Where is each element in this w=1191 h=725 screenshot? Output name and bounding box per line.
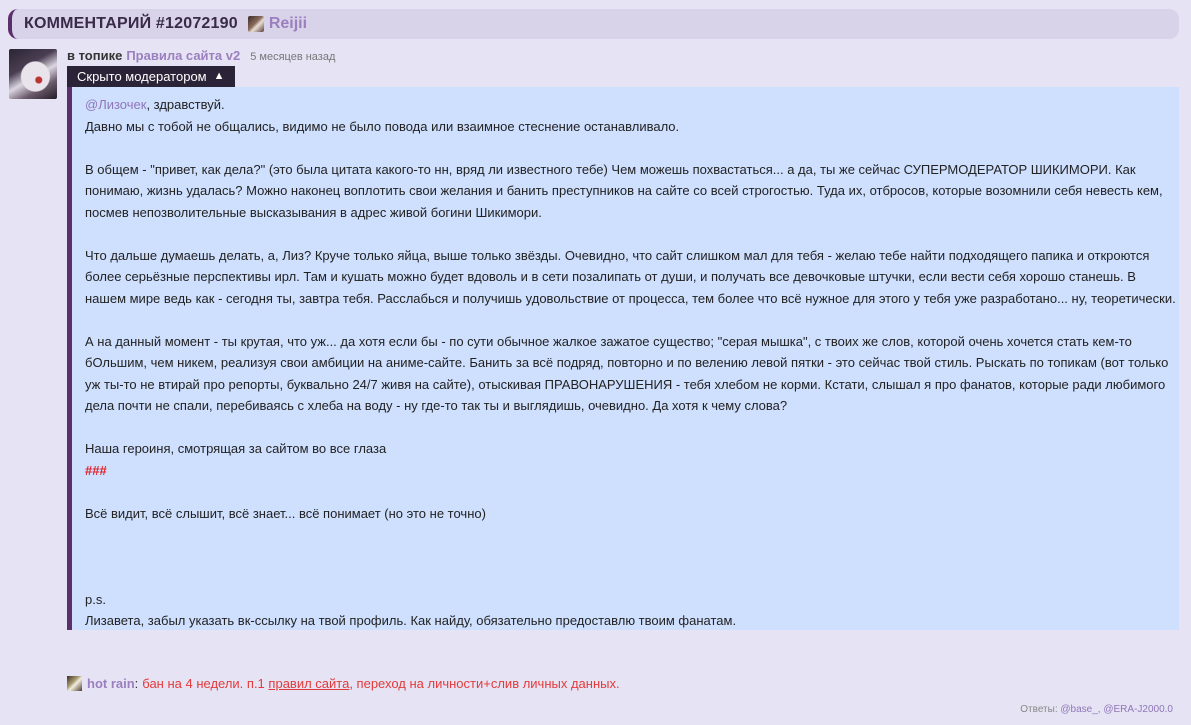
topic-prefix: в топике [67, 48, 123, 63]
mention-link[interactable]: @Лизочек [85, 97, 146, 112]
hidden-by-moderator-label: Скрыто модератором [77, 69, 207, 84]
red-mark: ### [85, 462, 107, 478]
ban-reason-start: бан на 4 недели. п.1 [142, 676, 265, 691]
replies: Ответы: @base_, @ERA-J2000.0 [1020, 704, 1173, 715]
author-username[interactable]: Reijii [269, 15, 307, 33]
topic-link[interactable]: Правила сайта v2 [126, 48, 240, 63]
comment-line-1: Давно мы с тобой не общались, видимо не … [85, 118, 680, 134]
author-mini-avatar [247, 16, 264, 32]
comment-title: КОММЕНТАРИЙ #12072190 [24, 15, 238, 32]
replies-label: Ответы: [1020, 704, 1058, 715]
heroine-line: Наша героиня, смотрящая за сайтом во все… [85, 441, 387, 456]
comment-body: @Лизочек, здравствуй. Давно мы с тобой н… [67, 87, 1179, 630]
greeting-text: , здравствуй. [146, 97, 225, 112]
hidden-by-moderator-toggle[interactable]: Скрыто модератором ▲ [67, 66, 235, 87]
ps-text: Лизавета, забыл указать вк-ссылку на тво… [85, 613, 737, 628]
reply-link-2[interactable]: @ERA-J2000.0 [1103, 704, 1173, 715]
ban-reason-end: , переход на личности+слив личных данных… [349, 676, 620, 691]
ban-reason: бан на 4 недели. п.1 правил сайта, перех… [142, 676, 619, 691]
sees-line: Всё видит, всё слышит, всё знает... всё … [85, 505, 486, 521]
comment-header: КОММЕНТАРИЙ #12072190 Reijii [8, 9, 1179, 39]
author-link[interactable]: Reijii [247, 15, 307, 33]
comment-paragraph-3: Что дальше думаешь делать, а, Лиз? Круче… [85, 247, 1176, 306]
comment-paragraph-4: А на данный момент - ты крутая, что уж..… [85, 333, 1169, 414]
author-avatar[interactable] [9, 49, 57, 99]
moderator-avatar[interactable] [67, 676, 82, 691]
moderator-colon: : [134, 676, 139, 691]
moderator-name[interactable]: hot rain [87, 676, 135, 691]
site-rules-link[interactable]: правил сайта [268, 676, 349, 691]
comment-meta: в топике Правила сайта v2 5 месяцев наза… [67, 48, 335, 64]
reply-link-1[interactable]: @base_ [1060, 704, 1097, 715]
comment-timestamp[interactable]: 5 месяцев назад [250, 51, 335, 63]
ps-label: p.s. [85, 591, 106, 607]
comment-paragraph-2: В общем - "привет, как дела?" (это была … [85, 161, 1163, 220]
greeting-line: @Лизочек, здравствуй. [85, 94, 1179, 116]
moderator-note: hot rain: бан на 4 недели. п.1 правил са… [67, 676, 620, 691]
chevron-up-icon: ▲ [213, 69, 225, 82]
